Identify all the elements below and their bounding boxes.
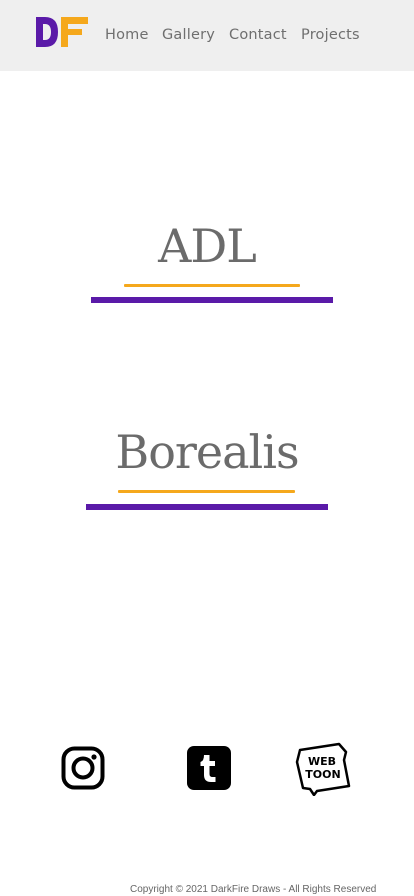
- orange-underline: [124, 284, 300, 287]
- project-link-adl[interactable]: ADL: [0, 210, 414, 310]
- project-link-borealis[interactable]: Borealis: [0, 418, 414, 518]
- purple-underline: [91, 297, 333, 303]
- webtoon-text-line1: WEB: [308, 755, 336, 768]
- tumblr-icon[interactable]: [187, 746, 231, 790]
- nav-item-gallery[interactable]: Gallery: [162, 25, 215, 45]
- webtoon-text-line2: TOON: [305, 768, 340, 781]
- darkfire-logo-icon[interactable]: [34, 16, 90, 48]
- footer-copyright: Copyright © 2021 DarkFire Draws - All Ri…: [130, 884, 377, 895]
- purple-underline: [86, 504, 328, 510]
- instagram-icon[interactable]: [61, 746, 105, 790]
- project-title: Borealis: [115, 425, 299, 479]
- nav-item-contact[interactable]: Contact: [229, 25, 287, 45]
- nav-item-home[interactable]: Home: [105, 25, 149, 45]
- page: Home Gallery Contact Projects ADL Boreal…: [0, 0, 414, 896]
- orange-underline: [118, 490, 295, 493]
- navbar: Home Gallery Contact Projects: [0, 0, 414, 71]
- nav-item-projects[interactable]: Projects: [301, 25, 360, 45]
- project-title: ADL: [158, 219, 257, 273]
- webtoon-icon[interactable]: WEB TOON: [295, 742, 351, 796]
